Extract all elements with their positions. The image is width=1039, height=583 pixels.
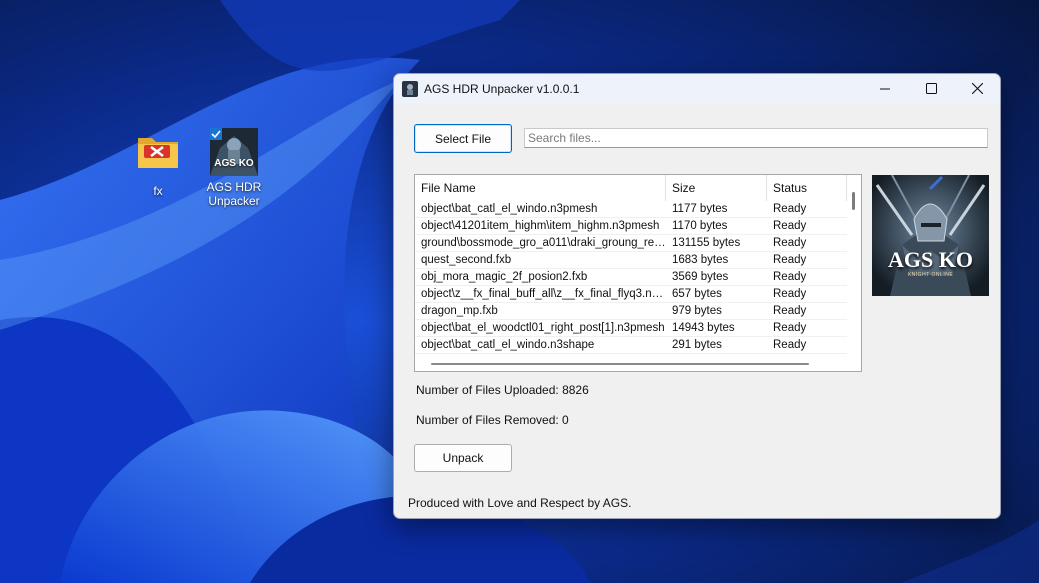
table-row[interactable]: object\41201item_highm\item_highm.n3pmes… (415, 218, 847, 235)
column-header-file-name[interactable]: File Name (415, 175, 666, 201)
banner-tagline: KNIGHT ONLINE (907, 272, 954, 278)
close-icon (971, 83, 983, 94)
file-status-cell: Ready (767, 252, 847, 269)
file-name-cell: obj_mora_magic_2f_posion2.fxb (415, 269, 666, 286)
file-status-cell: Ready (767, 286, 847, 303)
file-size-cell: 1170 bytes (666, 218, 767, 235)
maximize-icon (925, 83, 937, 94)
column-header-status[interactable]: Status (767, 175, 847, 201)
column-header-size[interactable]: Size (666, 175, 767, 201)
app-window: AGS HDR Unpacker v1.0.0.1 Select File Fi… (393, 73, 1001, 519)
vertical-scrollbar[interactable] (852, 192, 855, 210)
file-status-cell: Ready (767, 218, 847, 235)
desktop-icon-fx[interactable]: fx (126, 132, 190, 198)
file-size-cell: 14943 bytes (666, 320, 767, 337)
file-status-cell: Ready (767, 235, 847, 252)
table-row[interactable]: obj_mora_magic_2f_posion2.fxb 3569 bytes R… (415, 269, 847, 286)
file-name-cell: dragon_mp.fxb (415, 303, 666, 320)
close-button[interactable] (954, 74, 1000, 103)
file-size-cell: 979 bytes (666, 303, 767, 320)
maximize-button[interactable] (908, 74, 954, 103)
files-removed-count: Number of Files Removed: 0 (416, 413, 569, 427)
table-row[interactable]: dragon_mp.fxb 979 bytes Ready (415, 303, 847, 320)
file-list[interactable]: File Name Size Status object\bat_catl_el… (414, 174, 862, 372)
minimize-icon (880, 88, 890, 89)
horizontal-scrollbar[interactable] (431, 363, 809, 365)
banner-logo-text: AGS KO (888, 247, 973, 272)
folder-icon (134, 132, 182, 180)
file-size-cell: 657 bytes (666, 286, 767, 303)
table-row[interactable]: ground\bossmode_gro_a011\draki_groung_re… (415, 235, 847, 252)
desktop-icon-label: AGS HDR Unpacker (206, 180, 262, 208)
file-status-cell: Ready (767, 337, 847, 354)
title-bar[interactable]: AGS HDR Unpacker v1.0.0.1 (394, 74, 1000, 103)
unpack-button[interactable]: Unpack (414, 444, 512, 472)
minimize-button[interactable] (862, 74, 908, 103)
file-name-cell: object\bat_catl_el_windo.n3shape (415, 337, 666, 354)
file-name-cell: object\bat_el_woodctl01_right_post[1].n3… (415, 320, 666, 337)
file-status-cell: Ready (767, 320, 847, 337)
table-row[interactable]: object\bat_catl_el_windo.n3pmesh 1177 byt… (415, 201, 847, 218)
file-status-cell: Ready (767, 201, 847, 218)
ags-ko-banner-image: AGS KO KNIGHT ONLINE (872, 175, 989, 296)
app-icon (402, 81, 418, 97)
svg-text:AGS KO: AGS KO (214, 158, 254, 169)
window-title: AGS HDR Unpacker v1.0.0.1 (424, 82, 580, 96)
table-row[interactable]: object\bat_catl_el_windo.n3shape 291 byte… (415, 337, 847, 354)
table-row[interactable]: object\z__fx_final_buff_all\z__fx_final_… (415, 286, 847, 303)
file-name-cell: ground\bossmode_gro_a011\draki_groung_re… (415, 235, 666, 252)
file-name-cell: object\z__fx_final_buff_all\z__fx_final_… (415, 286, 666, 303)
file-size-cell: 131155 bytes (666, 235, 767, 252)
table-row[interactable]: quest_second.fxb 1683 bytes Ready (415, 252, 847, 269)
files-uploaded-count: Number of Files Uploaded: 8826 (416, 383, 589, 397)
desktop-icon-label: fx (153, 184, 163, 198)
file-size-cell: 3569 bytes (666, 269, 767, 286)
ags-ko-app-icon: AGS KO (210, 128, 258, 176)
footer-credit: Produced with Love and Respect by AGS. (408, 496, 632, 510)
file-size-cell: 291 bytes (666, 337, 767, 354)
file-size-cell: 1177 bytes (666, 201, 767, 218)
desktop-icon-ags-hdr-unpacker[interactable]: AGS KO AGS HDR Unpacker (202, 128, 266, 208)
file-name-cell: quest_second.fxb (415, 252, 666, 269)
search-input[interactable] (524, 128, 988, 148)
file-name-cell: object\bat_catl_el_windo.n3pmesh (415, 201, 666, 218)
file-status-cell: Ready (767, 303, 847, 320)
table-row[interactable]: object\bat_el_woodctl01_right_post[1].n3… (415, 320, 847, 337)
file-name-cell: object\41201item_highm\item_highm.n3pmes… (415, 218, 666, 235)
select-file-button[interactable]: Select File (414, 124, 512, 153)
file-status-cell: Ready (767, 269, 847, 286)
file-size-cell: 1683 bytes (666, 252, 767, 269)
